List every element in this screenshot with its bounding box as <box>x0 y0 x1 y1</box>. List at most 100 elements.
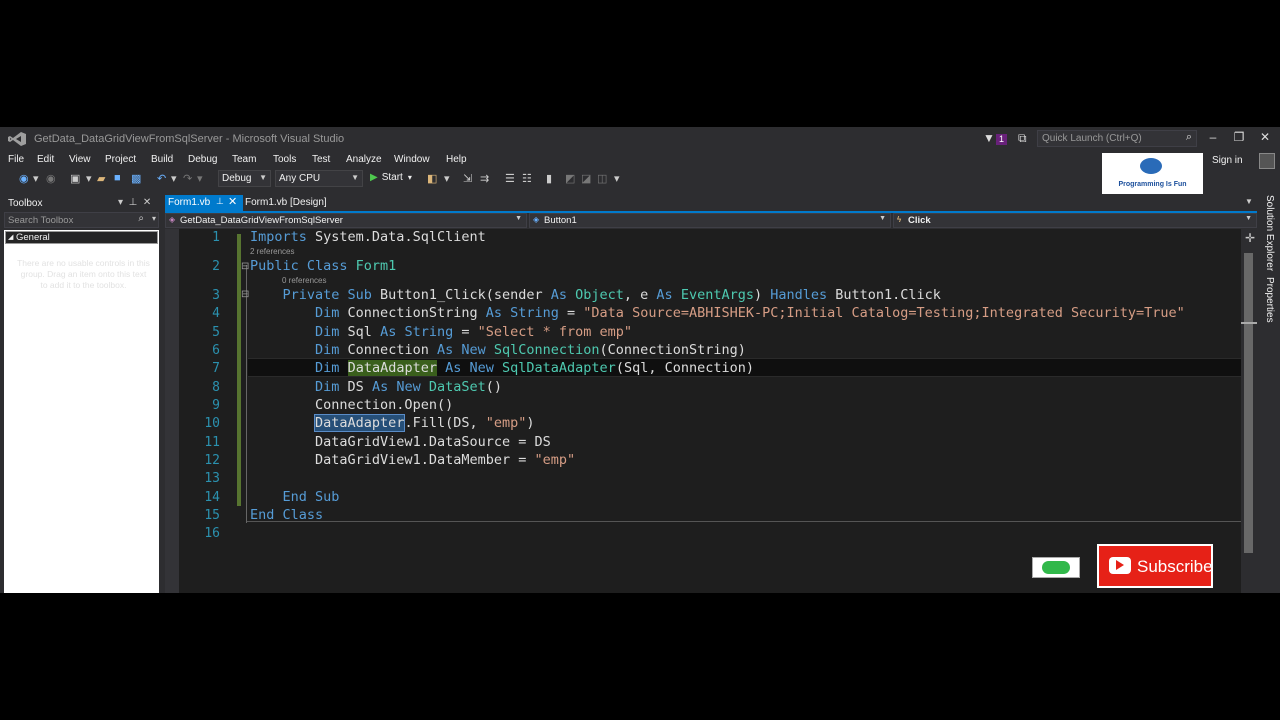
quick-launch-placeholder: Quick Launch (Ctrl+Q) <box>1042 133 1142 144</box>
line-number: 10 <box>204 416 220 431</box>
outline-guide <box>246 265 247 523</box>
event-dropdown[interactable]: ϟ Click ▼ <box>893 213 1257 228</box>
prev-bookmark-icon[interactable]: ◩ <box>565 172 575 185</box>
back-dropdown-icon[interactable]: ▾ <box>33 172 39 185</box>
restore-icon[interactable]: ❐ <box>1229 130 1249 144</box>
start-button[interactable]: ▶ Start ▾ <box>370 172 412 183</box>
bookmark-icon[interactable]: ▮ <box>546 172 552 185</box>
collapse-icon[interactable]: ⊟ <box>241 289 249 300</box>
open-file-icon[interactable]: ▰ <box>97 172 105 185</box>
menu-team[interactable]: Team <box>232 154 256 165</box>
close-icon[interactable]: ✕ <box>228 195 237 208</box>
step-over-icon[interactable]: ⇉ <box>480 172 489 185</box>
undo-icon[interactable]: ↶ <box>157 172 166 185</box>
menu-analyze[interactable]: Analyze <box>346 154 382 165</box>
account-icon[interactable] <box>1259 153 1275 169</box>
menu-file[interactable]: File <box>8 154 24 165</box>
project-dropdown-value: GetData_DataGridViewFromSqlServer <box>180 215 343 226</box>
line-number: 9 <box>212 398 220 413</box>
code-line-14: End Sub <box>282 489 340 505</box>
sign-in-link[interactable]: Sign in <box>1212 155 1243 166</box>
code-line-10: DataAdapter.Fill(DS, "emp") <box>314 414 535 432</box>
new-project-icon[interactable]: ▣ <box>70 172 80 185</box>
clear-bookmarks-icon[interactable]: ◫ <box>597 172 607 185</box>
comment-icon[interactable]: ☰ <box>505 172 515 185</box>
chevron-down-icon: ▼ <box>879 215 886 222</box>
properties-tab[interactable]: Properties <box>1264 277 1275 323</box>
toolbar-overflow-icon[interactable]: ▾ <box>614 172 620 185</box>
close-icon[interactable]: ✕ <box>1255 130 1275 144</box>
menu-debug[interactable]: Debug <box>188 154 217 165</box>
object-dropdown[interactable]: ◈ Button1 ▼ <box>529 213 891 228</box>
undo-dropdown-icon[interactable]: ▾ <box>171 172 177 185</box>
toolbox-window-buttons: ▾ ⊥ ✕ <box>118 197 151 208</box>
code-editor[interactable]: 1 2 3 4 5 6 7 8 9 10 11 12 13 14 15 16 ⊟… <box>165 229 1257 593</box>
menu-view[interactable]: View <box>69 154 91 165</box>
codelens-references[interactable]: 2 references <box>250 247 294 256</box>
solution-config-select[interactable]: Debug ▼ <box>218 170 271 187</box>
browser-link-icon[interactable]: ◧ <box>427 172 437 185</box>
menu-project[interactable]: Project <box>105 154 136 165</box>
forward-icon[interactable]: ◉ <box>46 172 56 185</box>
search-icon[interactable]: ⌕ <box>1186 131 1192 144</box>
collapse-triangle-icon: ◢ <box>8 234 14 241</box>
line-number: 8 <box>212 380 220 395</box>
collapse-icon[interactable]: ⊟ <box>241 261 249 272</box>
solution-explorer-tab[interactable]: Solution Explorer <box>1264 195 1275 271</box>
code-line-3: Private Sub Button1_Click(sender As Obje… <box>282 287 941 303</box>
feedback-icon[interactable]: ⧉ <box>1018 131 1027 146</box>
save-all-icon[interactable]: ▩ <box>131 172 141 185</box>
save-icon[interactable]: ■ <box>114 172 121 184</box>
step-into-icon[interactable]: ⇲ <box>463 172 472 185</box>
split-window-icon[interactable]: ✛ <box>1245 231 1255 245</box>
menu-window[interactable]: Window <box>394 154 430 165</box>
window-position-icon[interactable]: ▾ <box>118 197 123 208</box>
vertical-scrollbar[interactable] <box>1241 229 1257 593</box>
codelens-references[interactable]: 0 references <box>282 276 326 285</box>
toolbox-group-general[interactable]: ◢ General <box>5 231 158 244</box>
next-bookmark-icon[interactable]: ◪ <box>581 172 591 185</box>
chevron-down-icon[interactable]: ▾ <box>152 214 156 223</box>
new-dropdown-icon[interactable]: ▾ <box>86 172 92 185</box>
scrollbar-thumb[interactable] <box>1244 253 1253 553</box>
logo-mark-icon <box>1140 158 1162 174</box>
menu-tools[interactable]: Tools <box>273 154 296 165</box>
pin-icon[interactable]: ⊥ <box>129 197 138 208</box>
filter-icon[interactable]: ▼ <box>983 131 995 145</box>
solution-config-value: Debug <box>222 173 252 184</box>
uncomment-icon[interactable]: ☷ <box>522 172 532 185</box>
platform-value: Any CPU <box>279 173 321 184</box>
project-dropdown[interactable]: ◈ GetData_DataGridViewFromSqlServer ▼ <box>165 213 527 228</box>
tab-form1-design[interactable]: Form1.vb [Design] <box>245 197 327 208</box>
line-number: 12 <box>204 453 220 468</box>
code-line-12: DataGridView1.DataMember = "emp" <box>315 452 576 468</box>
subscribe-label: Subscribe <box>1137 557 1213 576</box>
toolbox-title: Toolbox <box>8 198 43 209</box>
line-number: 3 <box>212 288 220 303</box>
redo-icon[interactable]: ↷ <box>183 172 192 185</box>
quick-launch-input[interactable]: Quick Launch (Ctrl+Q) ⌕ <box>1037 130 1197 147</box>
menu-edit[interactable]: Edit <box>37 154 54 165</box>
browser-dropdown-icon[interactable]: ▾ <box>444 172 450 185</box>
close-icon[interactable]: ✕ <box>143 197 151 208</box>
toolbox-search-input[interactable]: Search Toolbox ⌕ ▾ <box>4 212 159 228</box>
tab-form1-vb[interactable]: Form1.vb ⊥ ✕ <box>165 195 243 211</box>
tab-overflow-icon[interactable]: ▼ <box>1245 197 1253 206</box>
toolbox-search-placeholder: Search Toolbox <box>8 215 74 226</box>
selected-reference: DataAdapter <box>314 414 406 432</box>
search-icon[interactable]: ⌕ <box>138 213 144 224</box>
subscribe-button[interactable]: Subscribe <box>1097 544 1213 588</box>
line-number: 7 <box>212 361 220 376</box>
code-line-15: End Class <box>250 507 324 523</box>
pin-icon[interactable]: ⊥ <box>216 196 224 207</box>
back-icon[interactable]: ◉ <box>19 172 29 185</box>
menu-test[interactable]: Test <box>312 154 330 165</box>
menu-build[interactable]: Build <box>151 154 173 165</box>
code-line-1: Imports System.Data.SqlClient <box>250 229 486 245</box>
minimize-icon[interactable]: – <box>1203 130 1223 144</box>
notification-badge[interactable]: 1 <box>996 134 1008 145</box>
menu-help[interactable]: Help <box>446 154 467 165</box>
platform-select[interactable]: Any CPU ▼ <box>275 170 363 187</box>
chevron-down-icon: ▼ <box>351 173 359 182</box>
redo-dropdown-icon[interactable]: ▾ <box>197 172 203 185</box>
